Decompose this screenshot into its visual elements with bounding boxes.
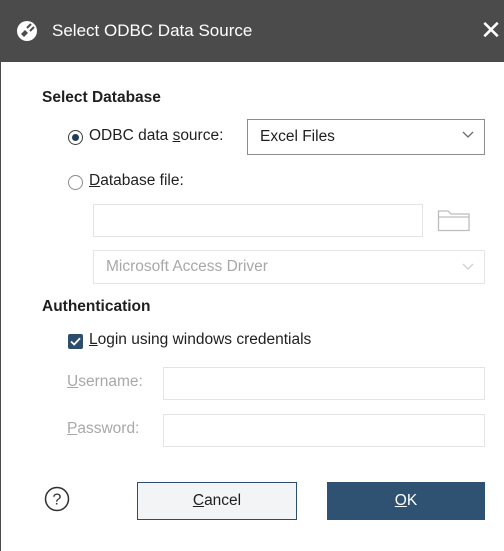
help-icon[interactable]: ? — [44, 486, 70, 512]
cancel-button[interactable]: Cancel — [137, 482, 297, 520]
odbc-source-value: Excel Files — [260, 128, 335, 145]
title-bar: Select ODBC Data Source ✕ — [1, 0, 504, 62]
username-label: Username: — [67, 373, 143, 391]
database-file-input[interactable] — [93, 204, 423, 237]
database-file-radio[interactable] — [68, 175, 83, 190]
odbc-source-label[interactable]: ODBC data source: — [89, 127, 223, 145]
cancel-button-suffix: ancel — [204, 492, 242, 509]
password-label-accel: P — [67, 420, 78, 437]
ok-button-accel: O — [394, 492, 407, 509]
authentication-heading: Authentication — [42, 298, 151, 315]
username-label-accel: U — [67, 373, 79, 390]
password-label: Password: — [67, 420, 139, 438]
odbc-source-select[interactable]: Excel Files — [247, 119, 485, 155]
database-file-label-suffix: atabase file: — [100, 172, 184, 189]
database-file-label[interactable]: Database file: — [89, 172, 184, 190]
database-plug-icon — [17, 21, 37, 41]
odbc-dialog: Select ODBC Data Source ✕ Select Databas… — [0, 0, 504, 551]
cancel-button-accel: C — [192, 492, 205, 509]
close-icon: ✕ — [480, 15, 502, 45]
username-label-suffix: sername: — [78, 373, 143, 390]
odbc-source-label-suffix: ource: — [180, 127, 224, 144]
ok-button[interactable]: OK — [327, 482, 485, 520]
folder-icon[interactable] — [437, 208, 471, 232]
odbc-source-label-prefix: ODBC data — [89, 127, 173, 144]
driver-value: Microsoft Access Driver — [106, 258, 268, 275]
windows-login-label-accel: L — [89, 331, 98, 348]
select-database-heading: Select Database — [42, 89, 161, 106]
username-input[interactable] — [163, 367, 485, 400]
chevron-down-icon — [462, 263, 474, 270]
driver-select[interactable]: Microsoft Access Driver — [93, 250, 485, 284]
windows-login-checkbox[interactable] — [68, 334, 83, 349]
help-glyph: ? — [53, 492, 62, 509]
windows-login-label[interactable]: Login using windows credentials — [89, 331, 311, 349]
database-file-label-accel: D — [89, 172, 101, 189]
password-input[interactable] — [163, 414, 485, 447]
close-button[interactable]: ✕ — [477, 13, 504, 49]
ok-button-suffix: K — [406, 492, 418, 509]
windows-login-label-suffix: ogin using windows credentials — [97, 331, 312, 348]
chevron-down-icon — [462, 131, 474, 138]
checkmark-icon — [70, 337, 81, 346]
odbc-source-radio[interactable] — [68, 130, 83, 145]
dialog-title: Select ODBC Data Source — [52, 21, 253, 40]
password-label-suffix: assword: — [77, 420, 140, 437]
